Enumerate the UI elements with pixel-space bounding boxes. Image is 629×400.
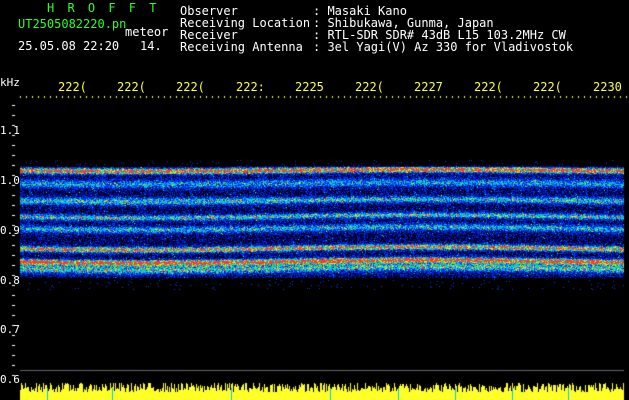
freq-label: 1.0 xyxy=(0,174,20,187)
time-tick: 2225 xyxy=(295,80,324,94)
app-title: H R O F F T xyxy=(47,1,160,15)
freq-label: 1.1 xyxy=(0,124,20,137)
freq-label: 0.8 xyxy=(0,274,20,287)
time-tick: 2230 xyxy=(593,80,622,94)
time-tick: 222( xyxy=(355,80,384,94)
time-tick: 222( xyxy=(117,80,146,94)
time-tick: 2227 xyxy=(414,80,443,94)
time-tick: 222( xyxy=(176,80,205,94)
mode-label: meteor xyxy=(125,25,169,39)
unit-label: kHz xyxy=(0,76,20,89)
freq-label: 0.6 xyxy=(0,373,20,386)
datetime-label: 25.05.08 22:20 xyxy=(18,39,120,53)
time-tick: 222( xyxy=(474,80,503,94)
time-tick: 222( xyxy=(533,80,562,94)
time-tick: 222: xyxy=(236,80,265,94)
antenna-label: Receiving Antenna xyxy=(180,40,303,54)
freq-label: 0.9 xyxy=(0,224,20,237)
antenna-value: : 3el Yagi(V) Az 330 for Vladivostok xyxy=(313,40,574,54)
freq-label: 0.7 xyxy=(0,323,20,336)
counter-label: 14. xyxy=(140,39,162,53)
time-tick: 222( xyxy=(58,80,87,94)
filename-label: UT2505082220.pn xyxy=(18,17,127,31)
spectrogram-canvas xyxy=(0,0,629,400)
